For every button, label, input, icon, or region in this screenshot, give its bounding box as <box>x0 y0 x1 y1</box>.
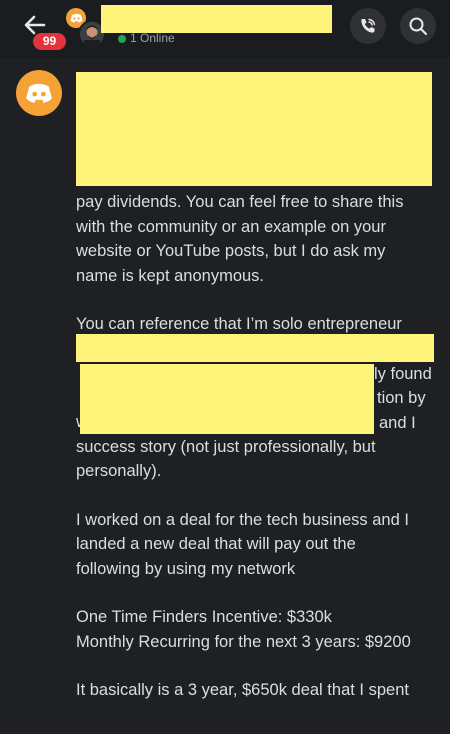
chat-header: 99 1 Online <box>0 0 450 58</box>
message-paragraph: I worked on a deal for the tech business… <box>76 510 409 578</box>
message-author-avatar[interactable] <box>16 70 62 116</box>
redacted-text <box>80 364 374 434</box>
phone-call-icon <box>361 18 376 33</box>
online-status-text: 1 Online <box>130 31 175 45</box>
chat-screen: 99 1 Online pay dividends. You can feel … <box>0 0 450 734</box>
discord-icon <box>70 13 82 23</box>
message-paragraph: You can reference that I’m solo entrepre… <box>76 315 402 333</box>
redacted-text <box>76 334 434 362</box>
message-fragment: tion by <box>377 389 426 407</box>
call-button[interactable] <box>350 8 386 44</box>
message-paragraph: It basically is a 3 year, $650k deal tha… <box>76 681 409 699</box>
search-icon <box>409 17 428 36</box>
unread-badge: 99 <box>33 33 66 50</box>
redacted-message-header <box>76 72 432 186</box>
message-content: pay dividends. You can feel free to shar… <box>76 190 442 727</box>
redacted-channel-name[interactable] <box>101 5 332 33</box>
discord-icon <box>26 83 52 103</box>
online-status-dot <box>118 35 126 43</box>
search-button[interactable] <box>400 8 436 44</box>
message-paragraph: One Time Finders Incentive: $330k Monthl… <box>76 608 411 651</box>
message-paragraph: pay dividends. You can feel free to shar… <box>76 193 404 285</box>
message-fragment: ly found <box>374 365 432 383</box>
message-fragment: and I <box>379 414 416 432</box>
